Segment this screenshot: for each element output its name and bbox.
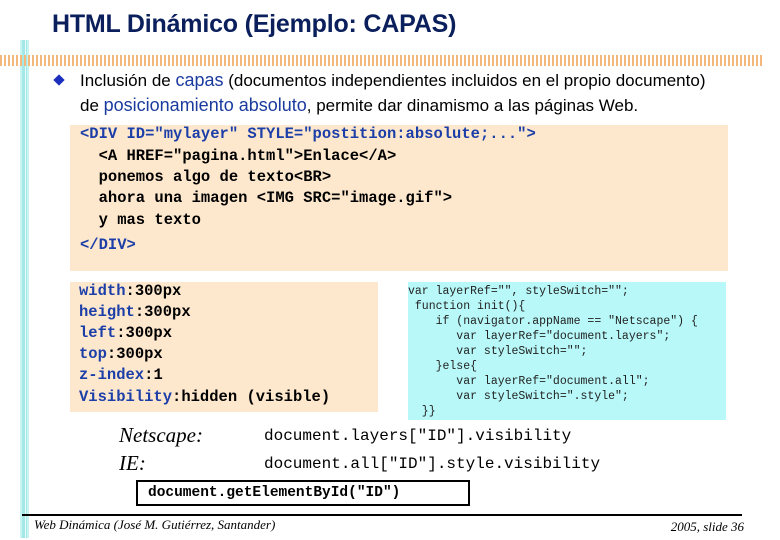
style-prop-row: height:300px <box>79 303 191 321</box>
diamond-bullet-icon <box>53 74 65 86</box>
title-divider <box>0 55 762 66</box>
footer-slide-number: 2005, slide 36 <box>670 519 744 534</box>
slide-title: HTML Dinámico (Ejemplo: CAPAS) <box>52 10 457 38</box>
browser-label-ie: IE: <box>119 451 146 475</box>
footer-divider <box>22 514 742 516</box>
intro-text-4: , permite dar dinamismo a las páginas We… <box>306 96 639 115</box>
footer-credit: Web Dinámica (José M. Gutiérrez, Santand… <box>34 517 276 532</box>
style-prop-row: Visibility:hidden (visible) <box>79 388 331 406</box>
js-code-line: if (navigator.appName == "Netscape") { <box>408 315 698 328</box>
html-code-line: ahora una imagen <IMG SRC="image.gif"> <box>80 189 453 207</box>
side-bar-highlight <box>25 40 26 538</box>
style-prop-value: hidden (visible) <box>181 388 331 406</box>
intro-text-2: (documentos independientes incluidos en … <box>223 71 706 90</box>
style-prop-name: height <box>79 303 135 321</box>
js-code-line: var layerRef="", styleSwitch=""; <box>408 285 629 298</box>
decorative-side-bar <box>20 40 29 538</box>
html-code-line: </DIV> <box>80 236 136 254</box>
html-code-block: <DIV ID="mylayer" STYLE="postition:absol… <box>70 125 728 271</box>
html-code-line: <DIV ID="mylayer" STYLE="postition:absol… <box>80 125 536 143</box>
style-props-block: width:300px height:300px left:300px top:… <box>70 282 378 412</box>
style-prop-row: width:300px <box>79 282 182 300</box>
style-prop-value: 300px <box>144 303 191 321</box>
html-code-line: y mas texto <box>80 211 201 229</box>
style-prop-name: Visibility <box>79 388 173 406</box>
js-code-line: var layerRef="document.layers"; <box>408 330 671 343</box>
dom-api-box: document.getElementById("ID") <box>136 480 470 506</box>
style-prop-value: 300px <box>116 345 163 363</box>
js-code-line: var styleSwitch=""; <box>408 345 588 358</box>
intro-paragraph: Inclusión de capas (documentos independi… <box>80 68 780 118</box>
intro-text-3: de <box>80 96 104 115</box>
style-prop-name: left <box>79 324 117 342</box>
js-code-line: var layerRef="document.all"; <box>408 375 650 388</box>
browser-api-ie: document.all["ID"].style.visibility <box>264 455 601 473</box>
browser-label-netscape: Netscape: <box>119 423 203 447</box>
style-prop-value: 300px <box>125 324 173 342</box>
browser-api-netscape: document.layers["ID"].visibility <box>264 427 572 445</box>
js-code-block: var layerRef="", styleSwitch=""; functio… <box>408 282 726 420</box>
html-code-line: <A HREF="pagina.html">Enlace</A> <box>80 147 397 165</box>
js-code-line: }} <box>408 405 436 418</box>
html-code-line: ponemos algo de texto<BR> <box>80 168 332 186</box>
style-prop-name: z-index <box>79 366 145 384</box>
js-code-line: }else{ <box>408 360 478 373</box>
intro-text-1: Inclusión de <box>80 71 176 90</box>
js-code-line: function init(){ <box>408 300 526 313</box>
style-prop-row: z-index:1 <box>79 366 163 384</box>
style-prop-value: 1 <box>153 366 163 384</box>
js-code-line: var styleSwitch=".style"; <box>408 390 629 403</box>
intro-highlight-capas: capas <box>175 70 224 90</box>
intro-highlight-posicionamiento: posicionamiento absoluto <box>103 95 307 115</box>
style-prop-name: width <box>79 282 126 300</box>
style-prop-row: left:300px <box>79 324 173 342</box>
style-prop-row: top:300px <box>79 345 163 363</box>
style-prop-value: 300px <box>134 282 182 300</box>
style-prop-name: top <box>79 345 107 363</box>
